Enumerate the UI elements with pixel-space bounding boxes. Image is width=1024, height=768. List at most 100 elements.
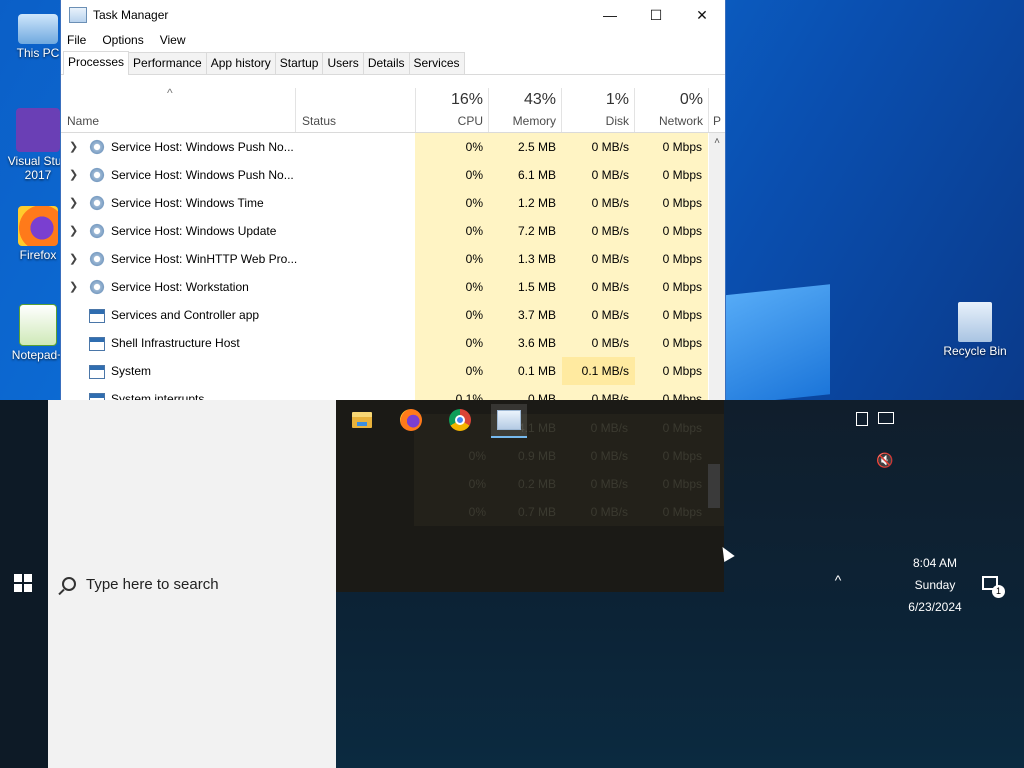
tab-performance[interactable]: Performance bbox=[128, 52, 207, 74]
disk-cell: 0.1 MB/s bbox=[562, 357, 635, 385]
disk-cell: 0 MB/s bbox=[562, 189, 635, 217]
tray-tablet-icon[interactable] bbox=[856, 412, 868, 426]
network-cell: 0 Mbps bbox=[635, 273, 708, 301]
disk-cell: 0 MB/s bbox=[562, 329, 635, 357]
disk-total: 1% bbox=[605, 91, 629, 108]
memory-cell: 1.3 MB bbox=[489, 245, 562, 273]
menu-view[interactable]: View bbox=[160, 33, 186, 47]
table-row[interactable]: Shell Infrastructure Host 0% 3.6 MB 0 MB… bbox=[61, 329, 709, 357]
expand-chevron-icon[interactable]: ❯ bbox=[69, 196, 78, 209]
sort-up-icon: ^ bbox=[167, 86, 173, 100]
tab-startup[interactable]: Startup bbox=[274, 52, 324, 74]
tab-users[interactable]: Users bbox=[322, 52, 364, 74]
ghost-disk: 0 MB/s bbox=[590, 505, 628, 519]
column-cpu-label: CPU bbox=[457, 114, 483, 128]
menu-file[interactable]: File bbox=[67, 33, 86, 47]
table-row[interactable]: ❯ Service Host: Windows Push No... 0% 6.… bbox=[61, 161, 709, 189]
process-list: ❯ Service Host: Windows Push No... 0% 2.… bbox=[61, 133, 709, 400]
ghost-network: 0 Mbps bbox=[662, 449, 702, 463]
process-name: Service Host: Windows Time bbox=[111, 196, 264, 210]
desktop-icon-recycle-bin[interactable]: Recycle Bin bbox=[936, 302, 1014, 358]
task-manager-window: Task Manager — ☐ ✕ File Options View Pro… bbox=[60, 0, 726, 401]
column-memory[interactable]: 43% Memory bbox=[488, 88, 562, 132]
ghost-disk: 0 MB/s bbox=[590, 421, 628, 435]
cpu-cell: 0% bbox=[415, 329, 489, 357]
network-icon[interactable] bbox=[878, 412, 894, 424]
disk-cell: 0 MB/s bbox=[562, 161, 635, 189]
windows-logo-icon bbox=[24, 574, 32, 582]
table-row[interactable]: ❯ Service Host: Windows Push No... 0% 2.… bbox=[61, 133, 709, 161]
disk-cell: 0 MB/s bbox=[562, 301, 635, 329]
column-network-label: Network bbox=[658, 114, 703, 128]
taskbar-firefox[interactable] bbox=[393, 404, 429, 436]
this-pc-icon bbox=[18, 14, 58, 44]
gear-icon bbox=[89, 223, 105, 239]
column-name[interactable]: ^ Name bbox=[61, 86, 295, 132]
windows-logo-icon bbox=[14, 584, 22, 592]
table-row[interactable]: ❯ Service Host: Windows Time 0% 1.2 MB 0… bbox=[61, 189, 709, 217]
memory-cell: 7.2 MB bbox=[489, 217, 562, 245]
process-table-header: ^ Name Status 16% CPU 43% Memory 1% Disk… bbox=[61, 86, 725, 133]
clock-time: 8:04 AM bbox=[912, 556, 958, 570]
clock-day: Sunday bbox=[914, 578, 956, 592]
memory-cell: 2.5 MB bbox=[489, 133, 562, 161]
ghost-memory: 0.2 MB bbox=[517, 477, 556, 491]
title-bar[interactable]: Task Manager — ☐ ✕ bbox=[61, 0, 725, 30]
app-window-icon bbox=[89, 337, 105, 351]
expand-chevron-icon[interactable]: ❯ bbox=[69, 280, 78, 293]
minimize-button[interactable]: — bbox=[587, 0, 633, 30]
vertical-scrollbar[interactable]: ˄ bbox=[709, 133, 725, 400]
disk-cell: 0 MB/s bbox=[562, 217, 635, 245]
windows-logo-icon bbox=[24, 584, 32, 592]
tab-details[interactable]: Details bbox=[362, 52, 410, 74]
column-disk[interactable]: 1% Disk bbox=[561, 88, 635, 132]
task-manager-icon bbox=[69, 7, 87, 23]
table-row[interactable]: System interrupts 0.1% 0 MB 0 MB/s 0 Mbp… bbox=[61, 385, 709, 400]
process-name: Service Host: Windows Push No... bbox=[111, 168, 294, 182]
cpu-cell: 0% bbox=[415, 357, 489, 385]
taskbar-task-manager[interactable] bbox=[491, 404, 527, 438]
expand-chevron-icon[interactable]: ❯ bbox=[69, 252, 78, 265]
process-name: Service Host: WinHTTP Web Pro... bbox=[111, 252, 298, 266]
network-cell: 0 Mbps bbox=[635, 217, 708, 245]
ghost-memory: 0.7 MB bbox=[517, 505, 556, 519]
network-cell: 0 Mbps bbox=[635, 357, 708, 385]
maximize-button[interactable]: ☐ bbox=[633, 0, 679, 30]
column-cpu[interactable]: 16% CPU bbox=[415, 88, 489, 132]
column-power-partial[interactable]: P bbox=[708, 88, 725, 132]
expand-chevron-icon[interactable]: ❯ bbox=[69, 140, 78, 153]
start-button[interactable] bbox=[12, 572, 36, 596]
ghost-memory: 0.9 MB bbox=[517, 449, 556, 463]
expand-chevron-icon[interactable]: ❯ bbox=[69, 224, 78, 237]
tab-services[interactable]: Services bbox=[408, 52, 465, 74]
show-hidden-icons-chevron[interactable]: ^ bbox=[830, 572, 846, 588]
cpu-cell: 0% bbox=[415, 273, 489, 301]
close-button[interactable]: ✕ bbox=[679, 0, 725, 30]
process-name: System bbox=[111, 364, 152, 378]
expand-chevron-icon[interactable]: ❯ bbox=[69, 168, 78, 181]
column-power-label: P bbox=[713, 114, 722, 128]
tab-processes[interactable]: Processes bbox=[63, 51, 130, 75]
volume-muted-icon[interactable]: 🔇 bbox=[876, 452, 893, 469]
cpu-cell: 0% bbox=[415, 189, 489, 217]
table-row[interactable]: Services and Controller app 0% 3.7 MB 0 … bbox=[61, 301, 709, 329]
taskbar-search-box[interactable]: Type here to search bbox=[48, 566, 336, 602]
table-row[interactable]: ❯ Service Host: Workstation 0% 1.5 MB 0 … bbox=[61, 273, 709, 301]
search-icon bbox=[62, 577, 76, 591]
memory-cell: 1.2 MB bbox=[489, 189, 562, 217]
scroll-up-icon[interactable]: ˄ bbox=[709, 133, 725, 147]
column-status[interactable]: Status bbox=[295, 88, 416, 132]
system-clock[interactable]: 8:04 AM Sunday 6/23/2024 bbox=[890, 552, 980, 618]
taskbar-chrome[interactable] bbox=[442, 404, 478, 436]
disk-cell: 0 MB/s bbox=[562, 385, 635, 400]
table-row[interactable]: ❯ Service Host: WinHTTP Web Pro... 0% 1.… bbox=[61, 245, 709, 273]
cpu-cell: 0% bbox=[415, 245, 489, 273]
app-window-icon bbox=[89, 309, 105, 323]
table-row[interactable]: System 0% 0.1 MB 0.1 MB/s 0 Mbps bbox=[61, 357, 709, 385]
menu-options[interactable]: Options bbox=[102, 33, 143, 47]
column-network[interactable]: 0% Network bbox=[634, 88, 709, 132]
gear-icon bbox=[89, 167, 105, 183]
table-row[interactable]: ❯ Service Host: Windows Update 0% 7.2 MB… bbox=[61, 217, 709, 245]
tab-app-history[interactable]: App history bbox=[205, 52, 276, 74]
taskbar-file-explorer[interactable] bbox=[344, 404, 380, 436]
